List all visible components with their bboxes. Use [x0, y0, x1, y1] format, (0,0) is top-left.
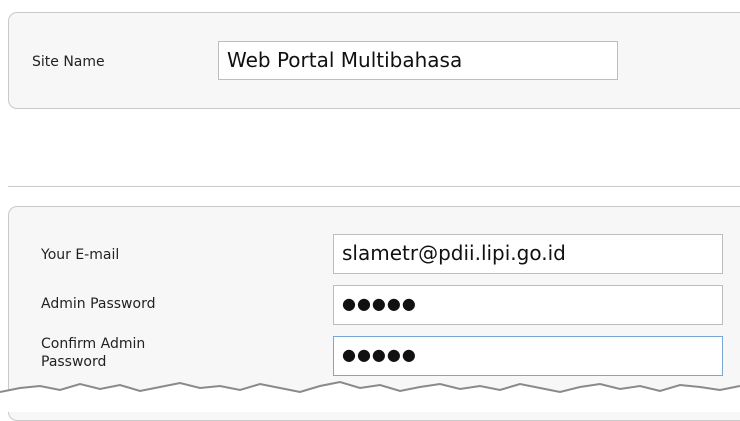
site-settings-panel: Site Name Web Portal Multibahasa: [8, 12, 740, 109]
confirm-password-input[interactable]: ●●●●●: [333, 336, 723, 376]
section-divider: [8, 186, 740, 187]
admin-password-label: Admin Password: [41, 296, 156, 312]
site-name-input[interactable]: Web Portal Multibahasa: [218, 41, 618, 80]
confirm-password-label-line1: Confirm Admin: [41, 336, 146, 352]
site-name-label: Site Name: [32, 54, 105, 70]
email-label: Your E-mail: [41, 247, 120, 263]
torn-edge-decoration: [0, 380, 740, 412]
confirm-password-label-line2: Password: [41, 354, 107, 370]
admin-password-input[interactable]: ●●●●●: [333, 285, 723, 325]
email-input[interactable]: slametr@pdii.lipi.go.id: [333, 234, 723, 274]
